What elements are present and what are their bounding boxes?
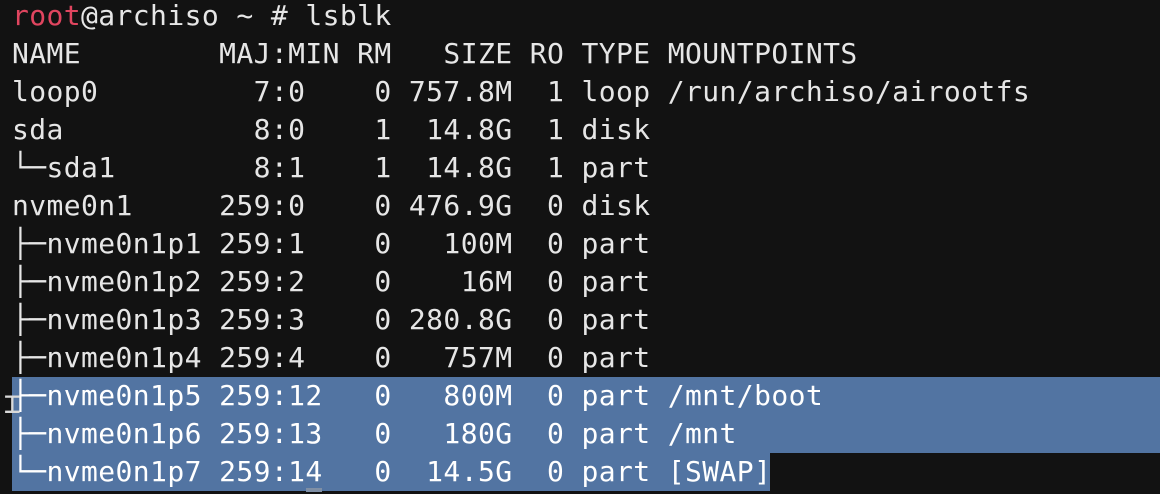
lsblk-row-sda: sda 8:0 1 14.8G 1 disk bbox=[12, 113, 651, 146]
lsblk-row-nvme0n1: nvme0n1 259:0 0 476.9G 0 disk bbox=[12, 189, 651, 222]
prompt-user: root bbox=[12, 0, 82, 32]
lsblk-row-sda1: └─sda1 8:1 1 14.8G 1 part bbox=[12, 151, 651, 184]
lsblk-header: NAME MAJ:MIN RM SIZE RO TYPE MOUNTPOINTS bbox=[12, 37, 858, 70]
scroll-indicator[interactable] bbox=[306, 488, 322, 492]
lsblk-row-nvme0n1p1: ├─nvme0n1p1 259:1 0 100M 0 part bbox=[12, 227, 651, 260]
lsblk-row-nvme0n1p3: ├─nvme0n1p3 259:3 0 280.8G 0 part bbox=[12, 303, 651, 336]
lsblk-row-nvme0n1p7[interactable]: └─nvme0n1p7 259:14 0 14.5G 0 part [SWAP] bbox=[12, 453, 771, 491]
lsblk-row-nvme0n1p4: ├─nvme0n1p4 259:4 0 757M 0 part bbox=[12, 341, 651, 374]
prompt-command: @archiso ~ # lsblk bbox=[81, 0, 392, 32]
lsblk-row-nvme0n1p2: ├─nvme0n1p2 259:2 0 16M 0 part bbox=[12, 265, 651, 298]
command-prompt-line: root@archiso ~ # lsblk bbox=[12, 0, 392, 35]
lsblk-row-loop0: loop0 7:0 0 757.8M 1 loop /run/archiso/a… bbox=[12, 75, 1031, 108]
lsblk-row-nvme0n1p6[interactable]: ├─nvme0n1p6 259:13 0 180G 0 part /mnt bbox=[12, 415, 737, 453]
terminal-window[interactable]: root@archiso ~ # lsblk NAME MAJ:MIN RM S… bbox=[0, 0, 1160, 494]
text-ibeam-cursor-icon: ⌶ bbox=[4, 387, 21, 420]
lsblk-row-nvme0n1p5[interactable]: ├─nvme0n1p5 259:12 0 800M 0 part /mnt/bo… bbox=[12, 377, 823, 415]
